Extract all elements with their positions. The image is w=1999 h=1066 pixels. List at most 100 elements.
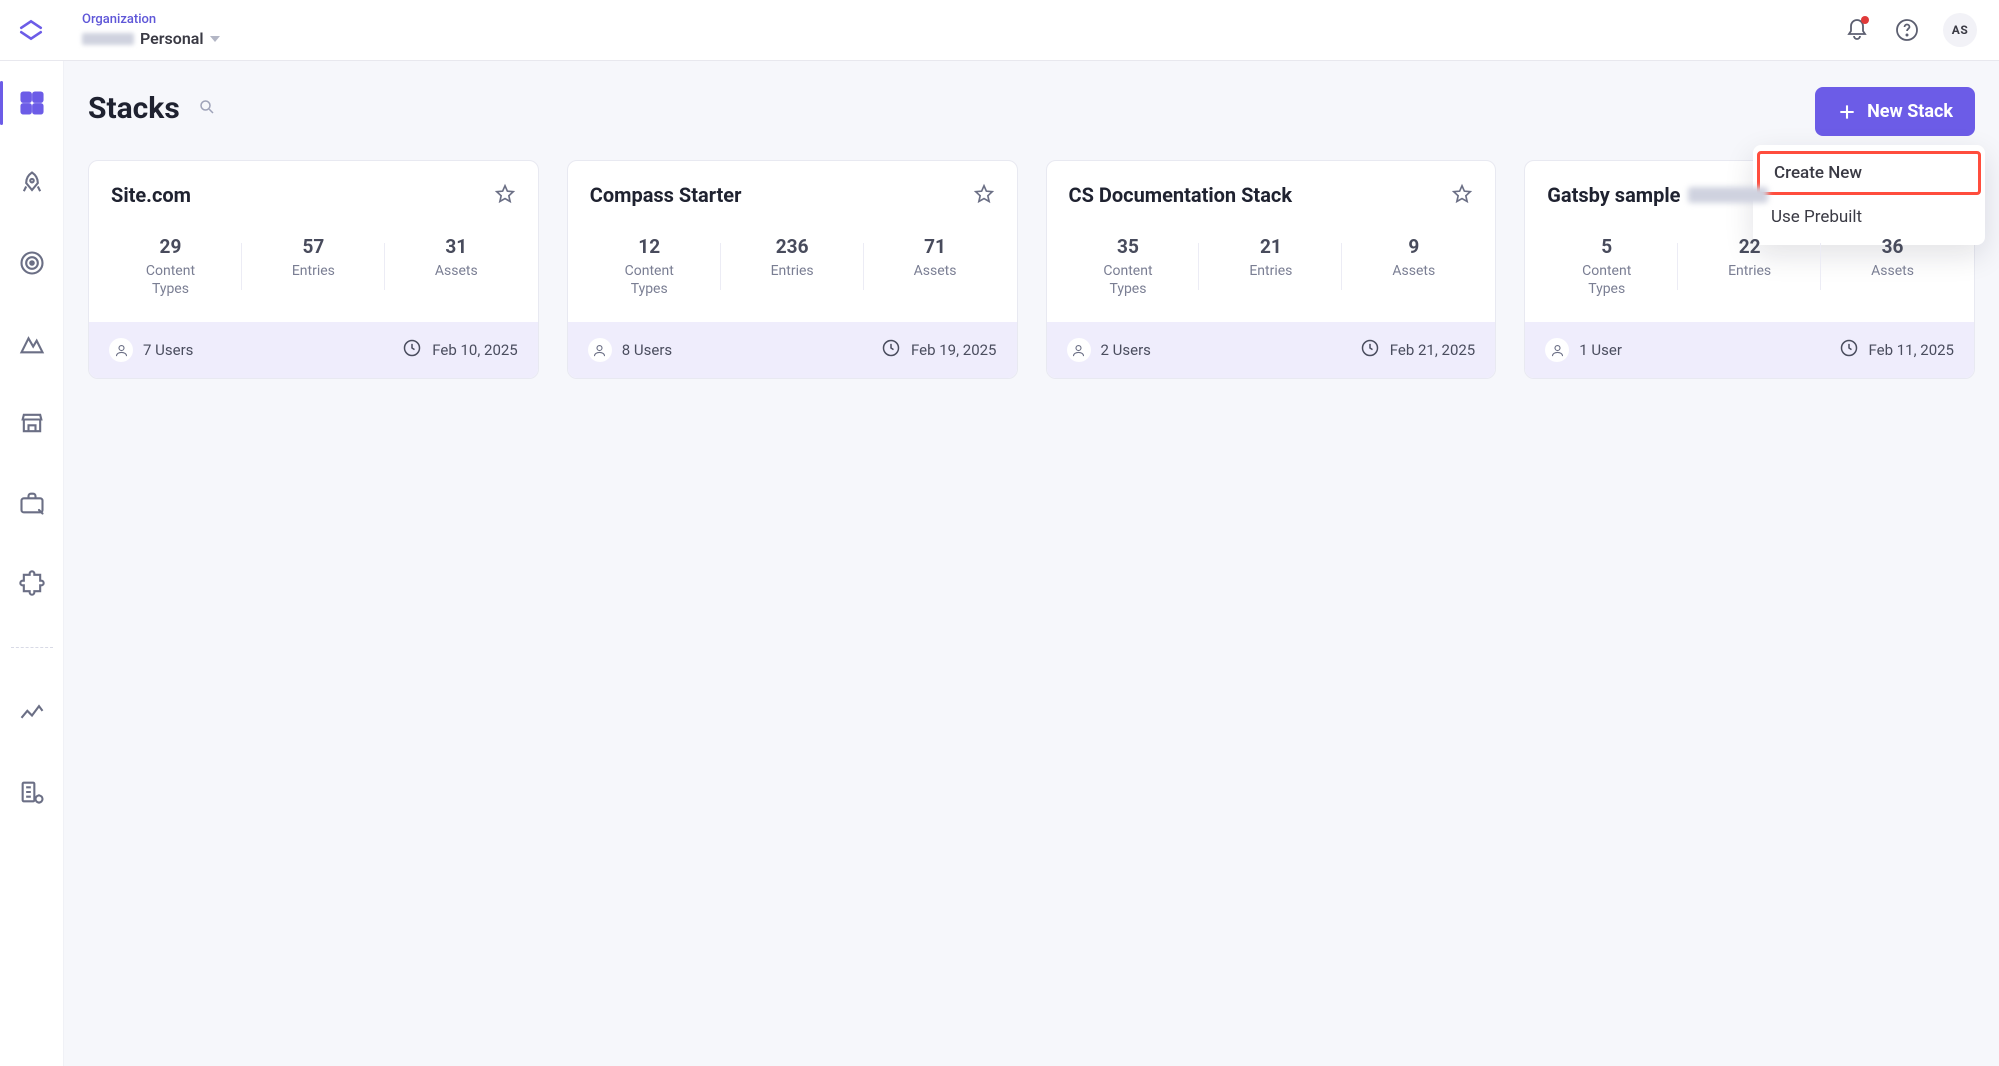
stat-entries: 21Entries (1199, 235, 1342, 298)
stat-label: Entries (1199, 262, 1342, 280)
sidebar-item-stacks[interactable] (16, 87, 48, 119)
peak-icon (18, 329, 46, 357)
stack-card[interactable]: Compass Starter 12 Content Types236 Entrie… (567, 160, 1018, 379)
stat-value: 36 (1821, 235, 1964, 258)
sidebar-item-marketplace[interactable] (16, 407, 48, 439)
sidebar-item-launch[interactable] (16, 167, 48, 199)
stat-value: 57 (242, 235, 385, 258)
card-title: Compass Starter (590, 183, 742, 207)
sidebar-item-target[interactable] (16, 247, 48, 279)
analytics-icon (18, 698, 46, 726)
card-title: Gatsby sample (1547, 183, 1680, 207)
stat-entries: 236 Entries (721, 235, 864, 298)
stat-assets: 9Assets (1342, 235, 1485, 298)
stat-label: Entries (721, 262, 864, 280)
stat-label: Assets (1821, 262, 1964, 280)
store-icon (18, 409, 46, 437)
stat-content-types: 12 Content Types (578, 235, 721, 298)
stat-assets: 36 Assets (1821, 235, 1964, 298)
users-text: 1 User (1579, 341, 1622, 359)
sidebar-item-extensions[interactable] (16, 567, 48, 599)
stat-entries: 57 Entries (242, 235, 385, 298)
stat-label: Content Types (99, 262, 242, 298)
dropdown-use-prebuilt[interactable]: Use Prebuilt (1753, 195, 1985, 239)
stat-label: Entries (242, 262, 385, 280)
stat-value: 35 (1057, 235, 1200, 258)
stacks-icon (18, 89, 46, 117)
new-stack-dropdown: Create New Use Prebuilt (1753, 145, 1985, 245)
stat-value: 31 (385, 235, 528, 258)
users-text: 2 Users (1101, 341, 1151, 359)
stat-value: 9 (1342, 235, 1485, 258)
stat-value: 22 (1678, 235, 1821, 258)
sidebar-item-models[interactable] (16, 327, 48, 359)
star-icon (1451, 183, 1473, 205)
search-icon (198, 98, 216, 116)
stat-label: Content Types (578, 262, 721, 298)
avatar-initials: AS (1952, 23, 1968, 37)
app-logo (18, 17, 44, 43)
sidebar-separator (11, 647, 53, 648)
sidebar-item-tools[interactable] (16, 487, 48, 519)
stat-content-types: 29Content Types (99, 235, 242, 298)
favorite-button[interactable] (973, 183, 995, 209)
search-stacks-button[interactable] (198, 98, 216, 120)
clock-icon (881, 338, 901, 362)
card-title: Site.com (111, 183, 191, 207)
stat-label: Content Types (1057, 262, 1200, 298)
notifications-button[interactable] (1843, 16, 1871, 44)
favorite-button[interactable] (494, 183, 516, 209)
page-title: Stacks (88, 91, 180, 126)
new-stack-button[interactable]: New Stack (1815, 87, 1975, 136)
date-text: Feb 10, 2025 (432, 341, 518, 359)
org-name-redacted (82, 33, 134, 45)
chevron-down-icon (210, 36, 220, 42)
topbar: Organization Personal AS (0, 0, 1999, 61)
stat-value: 236 (721, 235, 864, 258)
users-icon (109, 338, 133, 362)
stat-value: 12 (578, 235, 721, 258)
date-text: Feb 19, 2025 (911, 341, 997, 359)
sidebar-item-settings[interactable] (16, 776, 48, 808)
stat-value: 5 (1535, 235, 1678, 258)
users-icon (588, 338, 612, 362)
date-text: Feb 21, 2025 (1390, 341, 1476, 359)
stat-entries: 22 Entries (1678, 235, 1821, 298)
stacks-grid: Site.com 29Content Types57Entries31Asset… (88, 160, 1975, 379)
stat-assets: 31 Assets (385, 235, 528, 298)
sidebar (0, 61, 64, 1066)
stack-card[interactable]: Site.com 29Content Types57 Entries31 Asset… (88, 160, 539, 379)
new-stack-label: New Stack (1867, 101, 1953, 122)
stat-assets: 71Assets (864, 235, 1007, 298)
users-text: 8 Users (622, 341, 672, 359)
users-text: 7 Users (143, 341, 193, 359)
card-title: CS Documentation Stack (1069, 183, 1293, 207)
org-name: Personal (140, 29, 204, 48)
star-icon (973, 183, 995, 205)
org-selector[interactable]: Organization Personal (82, 12, 220, 48)
favorite-button[interactable] (1451, 183, 1473, 209)
clock-icon (1360, 338, 1380, 362)
date-text: Feb 11, 2025 (1869, 341, 1955, 359)
main-content: Stacks New Stack Create New Use Prebuilt… (64, 61, 1999, 1066)
sidebar-item-analytics[interactable] (16, 696, 48, 728)
help-button[interactable] (1893, 16, 1921, 44)
stat-label: Assets (385, 262, 528, 280)
org-label: Organization (82, 12, 220, 27)
puzzle-icon (18, 569, 46, 597)
plus-icon (1837, 102, 1857, 122)
stat-label: Content Types (1535, 262, 1678, 298)
briefcase-icon (18, 489, 46, 517)
dropdown-create-new[interactable]: Create New (1757, 151, 1981, 195)
star-icon (494, 183, 516, 205)
user-avatar[interactable]: AS (1943, 13, 1977, 47)
notification-dot-icon (1861, 16, 1869, 24)
stat-label: Assets (864, 262, 1007, 280)
stack-card[interactable]: CS Documentation Stack 35 Content Types21… (1046, 160, 1497, 379)
building-gear-icon (18, 778, 46, 806)
stat-label: Entries (1678, 262, 1821, 280)
stat-content-types: 35 Content Types (1057, 235, 1200, 298)
clock-icon (402, 338, 422, 362)
rocket-icon (18, 169, 46, 197)
stat-content-types: 5 Content Types (1535, 235, 1678, 298)
